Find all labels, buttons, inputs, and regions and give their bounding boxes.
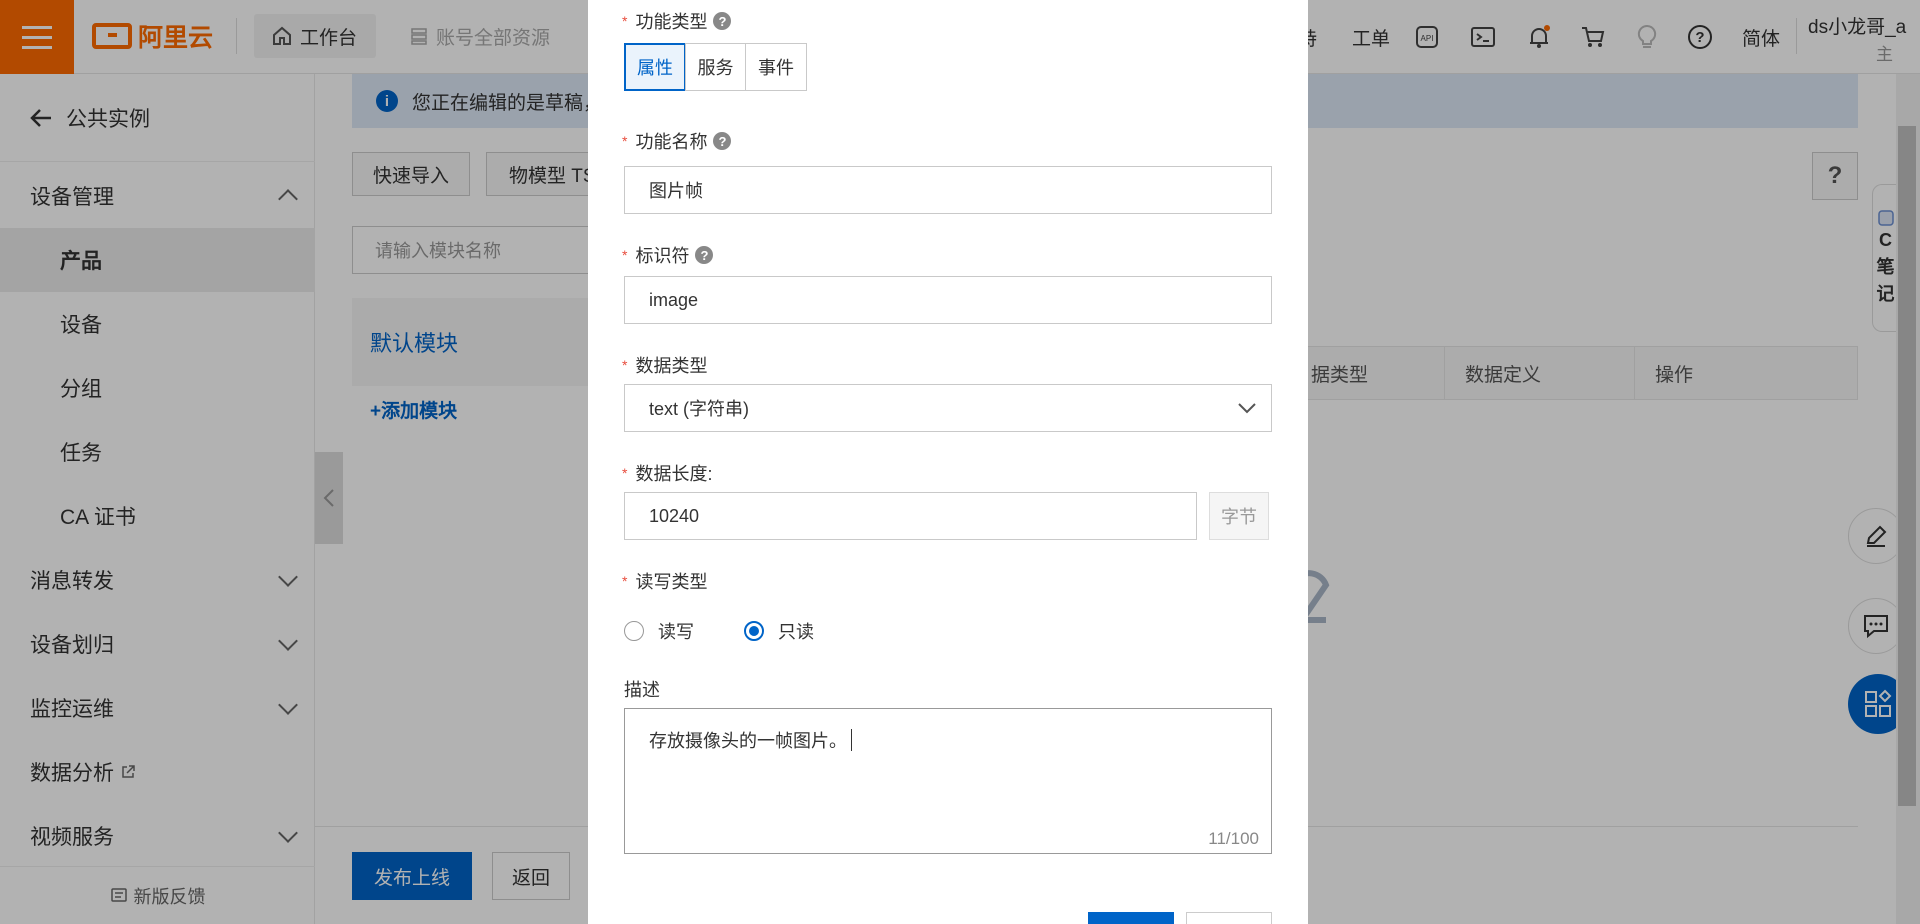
func-type-option-property[interactable]: 属性	[624, 43, 686, 91]
add-function-dialog: * 功能类型 ? 属性 服务 事件 * 功能名称 ? 图片帧 * 标识符 ? i…	[588, 0, 1308, 924]
data-type-label: * 数据类型	[622, 352, 707, 378]
func-name-input[interactable]: 图片帧	[624, 166, 1272, 214]
radio-unchecked[interactable]	[624, 621, 644, 641]
confirm-button[interactable]	[1088, 912, 1174, 924]
required-marker: *	[622, 133, 628, 149]
data-length-label: * 数据长度:	[622, 460, 712, 486]
desc-text: 存放摄像头的一帧图片。	[649, 731, 847, 751]
func-name-label-text: 功能名称	[635, 132, 708, 152]
data-type-value: text (字符串)	[649, 399, 750, 419]
data-type-label-text: 数据类型	[635, 356, 708, 376]
text-cursor	[851, 729, 852, 751]
desc-text-wrap: 存放摄像头的一帧图片。	[649, 727, 852, 753]
func-name-label: * 功能名称 ?	[622, 128, 732, 154]
data-length-label-text: 数据长度:	[635, 464, 713, 484]
func-type-option-service[interactable]: 服务	[685, 43, 746, 91]
desc-textarea[interactable]: 存放摄像头的一帧图片。 11/100	[624, 708, 1272, 854]
required-marker: *	[622, 247, 628, 263]
help-question-icon[interactable]: ?	[695, 246, 714, 264]
desc-label: 描述	[624, 680, 660, 700]
chevron-down-icon	[1238, 403, 1256, 414]
help-question-icon[interactable]: ?	[713, 12, 732, 30]
required-marker: *	[622, 465, 628, 481]
data-length-input[interactable]: 10240	[624, 492, 1197, 540]
func-type-label: * 功能类型 ?	[622, 8, 732, 34]
required-marker: *	[622, 13, 628, 29]
desc-char-counter: 11/100	[1208, 829, 1259, 848]
required-marker: *	[622, 357, 628, 373]
func-type-label-text: 功能类型	[635, 12, 708, 32]
identifier-input[interactable]: image	[624, 276, 1272, 324]
radio-checked[interactable]	[744, 621, 764, 641]
rw-option-label: 读写	[658, 622, 694, 642]
rw-type-label-text: 读写类型	[635, 572, 708, 592]
rw-option-readwrite[interactable]: 读写	[624, 618, 694, 644]
func-type-option-event[interactable]: 事件	[745, 43, 807, 91]
data-type-select[interactable]: text (字符串)	[624, 384, 1272, 432]
rw-type-label: * 读写类型	[622, 568, 707, 594]
rw-option-readonly[interactable]: 只读	[744, 618, 814, 644]
identifier-label: * 标识符 ?	[622, 242, 714, 268]
required-marker: *	[622, 573, 628, 589]
data-length-unit: 字节	[1209, 492, 1269, 540]
cancel-button[interactable]	[1186, 912, 1272, 924]
identifier-label-text: 标识符	[635, 246, 690, 266]
rw-option-label: 只读	[778, 622, 814, 642]
help-question-icon[interactable]: ?	[713, 132, 732, 150]
